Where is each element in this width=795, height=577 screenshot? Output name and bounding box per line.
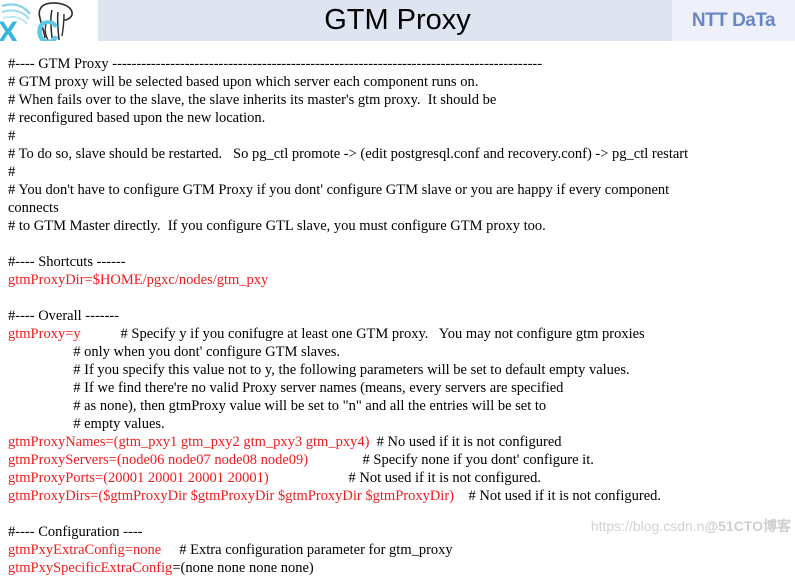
code-line: gtmProxyServers=(node06 node07 node08 no… — [8, 451, 795, 469]
config-parameter: gtmProxy=y — [8, 326, 81, 342]
watermark: https://blog.csdn.n@51CTO博客 — [583, 500, 791, 536]
watermark-url: https://blog.csdn.n — [590, 518, 705, 534]
code-line: # reconfigured based upon the new locati… — [8, 109, 795, 127]
config-parameter: gtmProxyDirs=($gtmProxyDir $gtmProxyDir … — [8, 488, 454, 504]
code-line: # — [8, 163, 795, 181]
slide-header: X C GTM Proxy NTT DaTa — [0, 0, 795, 41]
postgres-xc-logo: X C — [0, 0, 98, 41]
code-line: # — [8, 127, 795, 145]
config-parameter: gtmProxyServers=(node06 node07 node08 no… — [8, 452, 309, 468]
config-comment: # You don't have to configure GTM Proxy … — [8, 182, 670, 198]
code-line: connects — [8, 199, 795, 217]
code-line: # If you specify this value not to y, th… — [8, 361, 795, 379]
config-comment: # — [8, 128, 16, 144]
config-comment: connects — [8, 200, 59, 216]
config-file-listing: #---- GTM Proxy ------------------------… — [0, 41, 795, 577]
config-comment: # No used if it is not configured — [369, 434, 562, 450]
config-comment: #---- Shortcuts ------ — [8, 254, 126, 270]
config-comment: # Specify none if you dont' configure it… — [308, 452, 594, 468]
config-comment: # If we find there're no valid Proxy ser… — [8, 380, 564, 396]
config-comment: # Specify y if you conifugre at least on… — [80, 326, 645, 342]
config-comment: #---- GTM Proxy ------------------------… — [8, 56, 543, 72]
config-comment: # When fails over to the slave, the slav… — [8, 92, 497, 108]
config-comment: # To do so, slave should be restarted. S… — [8, 146, 689, 162]
code-line: # GTM proxy will be selected based upon … — [8, 73, 795, 91]
config-comment: # empty values. — [8, 416, 165, 432]
code-line: # to GTM Master directly. If you configu… — [8, 217, 795, 235]
code-line: gtmPxyExtraConfig=none # Extra configura… — [8, 541, 795, 559]
config-comment: # GTM proxy will be selected based upon … — [8, 74, 479, 90]
code-line: gtmProxy=y # Specify y if you conifugre … — [8, 325, 795, 343]
config-parameter: gtmPxySpecificExtraConfig — [8, 560, 173, 576]
code-line: # When fails over to the slave, the slav… — [8, 91, 795, 109]
code-line: # only when you dont' configure GTM slav… — [8, 343, 795, 361]
ntt-data-logo: NTT DaTa — [672, 0, 795, 41]
code-line: gtmProxyNames=(gtm_pxy1 gtm_pxy2 gtm_pxy… — [8, 433, 795, 451]
config-parameter: gtmProxyDir=$HOME/pgxc/nodes/gtm_pxy — [8, 272, 269, 288]
config-parameter: gtmProxyPorts=(20001 20001 20001 20001) — [8, 470, 269, 486]
code-line: # To do so, slave should be restarted. S… — [8, 145, 795, 163]
config-comment: # Extra configuration parameter for gtm_… — [161, 542, 453, 558]
code-line: # You don't have to configure GTM Proxy … — [8, 181, 795, 199]
config-parameter: gtmProxyNames=(gtm_pxy1 gtm_pxy2 gtm_pxy… — [8, 434, 370, 450]
code-line: # empty values. — [8, 415, 795, 433]
code-line: #---- GTM Proxy ------------------------… — [8, 55, 795, 73]
config-comment: #---- Overall ------- — [8, 308, 120, 324]
config-comment: # only when you dont' configure GTM slav… — [8, 344, 341, 360]
code-line: gtmPxySpecificExtraConfig=(none none non… — [8, 559, 795, 577]
ntt-data-logo-text: NTT DaTa — [691, 9, 776, 31]
config-parameter: gtmPxyExtraConfig=none — [8, 542, 162, 558]
config-comment: #---- Configuration ---- — [8, 524, 143, 540]
config-comment: # — [8, 164, 16, 180]
code-line: #---- Shortcuts ------ — [8, 253, 795, 271]
code-line: # as none), then gtmProxy value will be … — [8, 397, 795, 415]
code-line: gtmProxyDir=$HOME/pgxc/nodes/gtm_pxy — [8, 271, 795, 289]
config-comment: =(none none none none) — [172, 560, 314, 576]
postgres-xc-logo-icon: X C — [0, 0, 98, 41]
code-line: # If we find there're no valid Proxy ser… — [8, 379, 795, 397]
config-comment: # to GTM Master directly. If you configu… — [8, 218, 546, 234]
config-comment: # Not used if it is not configured. — [268, 470, 541, 486]
svg-text:C: C — [36, 14, 59, 41]
config-comment: # If you specify this value not to y, th… — [8, 362, 630, 378]
watermark-site: @51CTO博客 — [704, 518, 791, 534]
config-comment: # reconfigured based upon the new locati… — [8, 110, 266, 126]
config-comment: # as none), then gtmProxy value will be … — [8, 398, 547, 414]
svg-text:X: X — [0, 16, 18, 41]
code-line: #---- Overall ------- — [8, 307, 795, 325]
code-line: gtmProxyPorts=(20001 20001 20001 20001) … — [8, 469, 795, 487]
